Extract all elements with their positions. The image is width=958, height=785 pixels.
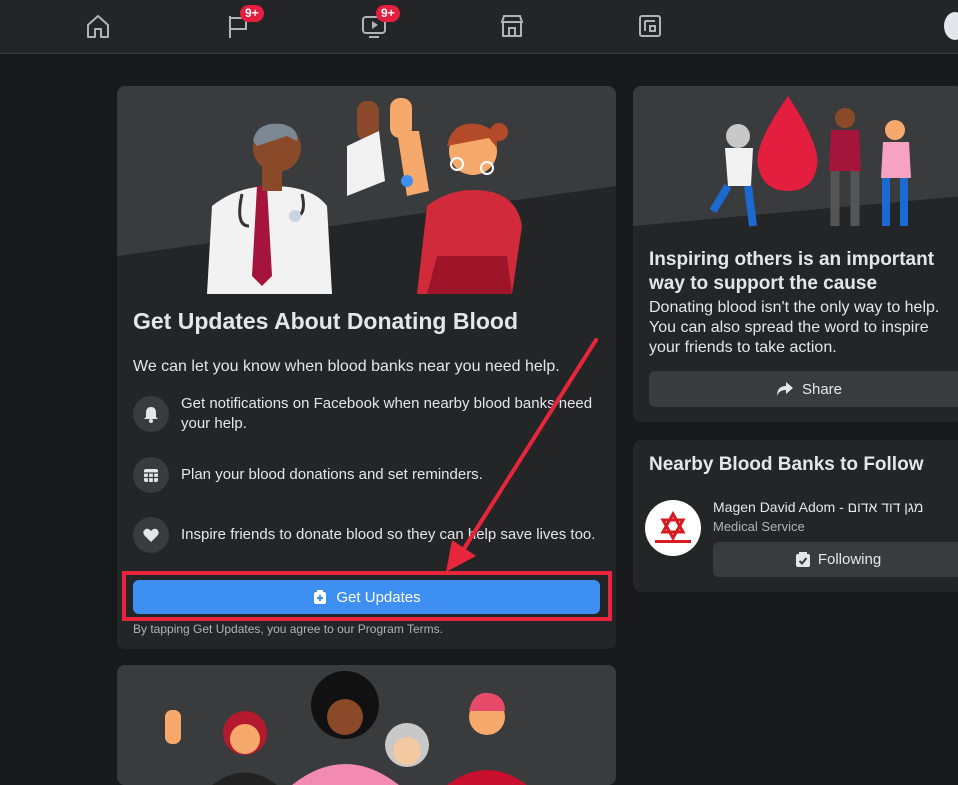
bell-icon <box>133 396 169 432</box>
promo-body: Donating blood isn't the only way to hel… <box>649 299 940 356</box>
following-label: Following <box>817 551 882 568</box>
feature-text: Inspire friends to donate blood so they … <box>181 526 596 543</box>
share-arrow-icon <box>776 382 793 396</box>
inspire-others-card: Inspiring others is an important way to … <box>633 86 958 422</box>
program-terms-text[interactable]: By tapping Get Updates, you agree to our… <box>133 622 443 636</box>
watch-notification-badge: 9+ <box>376 5 400 22</box>
top-navigation-bar: 9+ 9+ <box>0 0 958 54</box>
banks-title: Nearby Blood Banks to Follow <box>649 454 924 475</box>
feature-text: Plan your blood donations and set remind… <box>181 466 483 483</box>
promo-title: Inspiring others is an important way to … <box>649 249 935 294</box>
pages-flag-icon[interactable]: 9+ <box>222 5 264 42</box>
nearby-blood-banks-card: Nearby Blood Banks to Follow Magen David… <box>633 440 958 592</box>
magen-david-adom-logo[interactable] <box>645 500 701 556</box>
donors-group-illustration <box>117 665 616 785</box>
blood-drop-people-illustration <box>633 86 958 236</box>
feature-plan-donations: Plan your blood donations and set remind… <box>133 457 601 493</box>
watch-video-icon[interactable]: 9+ <box>358 5 400 42</box>
get-updates-label: Get Updates <box>336 588 421 606</box>
account-avatar[interactable] <box>944 12 958 40</box>
pages-notification-badge: 9+ <box>240 5 264 22</box>
gaming-icon[interactable] <box>634 10 666 42</box>
doctor-high-five-illustration <box>117 86 616 294</box>
marketplace-store-icon[interactable] <box>496 10 528 42</box>
get-updates-button[interactable]: Get Updates <box>133 580 600 614</box>
share-label: Share <box>801 380 843 398</box>
bank-category: Medical Service <box>713 519 805 534</box>
bank-name[interactable]: Magen David Adom - מגן דוד אדום <box>713 499 923 515</box>
home-icon[interactable] <box>82 10 114 42</box>
donors-group-card <box>117 665 616 785</box>
following-button[interactable]: Following <box>713 542 958 577</box>
feature-inspire-friends: Inspire friends to donate blood so they … <box>133 517 601 553</box>
blood-bag-icon <box>314 590 327 604</box>
blood-donation-updates-card: Get Updates About Donating Blood We can … <box>117 86 616 649</box>
card-title: Get Updates About Donating Blood <box>133 308 519 334</box>
heart-icon <box>133 517 169 553</box>
feature-text: Get notifications on Facebook when nearb… <box>181 395 593 432</box>
share-button[interactable]: Share <box>649 371 958 407</box>
following-check-icon <box>795 551 810 567</box>
card-subtitle: We can let you know when blood banks nea… <box>133 358 560 375</box>
calendar-icon <box>133 457 169 493</box>
feature-notifications: Get notifications on Facebook when nearb… <box>133 394 601 434</box>
